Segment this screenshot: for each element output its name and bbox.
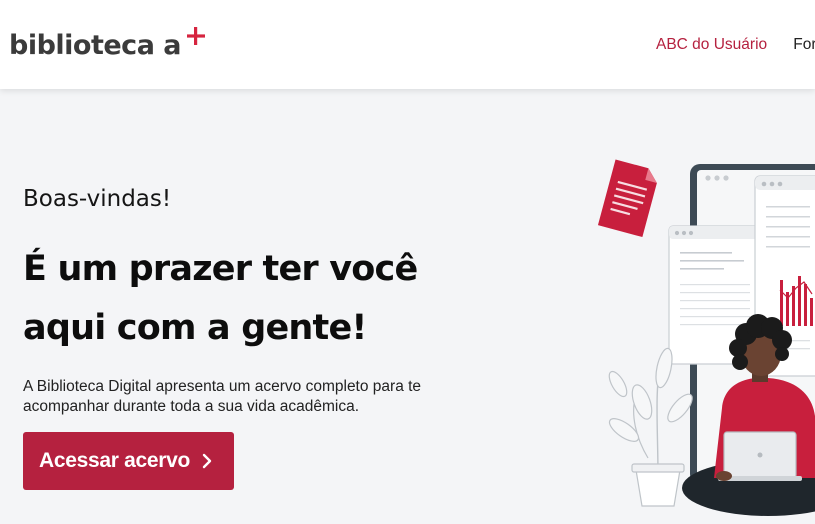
access-collection-label: Acessar acervo (39, 449, 191, 472)
plant-icon (608, 347, 693, 507)
hero-headline-line-1: É um prazer ter você (23, 249, 418, 289)
hero-description: A Biblioteca Digital apresenta um acervo… (23, 378, 422, 415)
document-icon (597, 159, 657, 238)
nav-item-next[interactable]: For (793, 36, 815, 54)
logo-text: biblioteca a (9, 30, 182, 61)
hero-headline: É um prazer ter você aqui com a gente! (23, 240, 418, 358)
greeting-text: Boas-vindas! (23, 186, 172, 212)
plus-icon (187, 27, 205, 45)
chevron-right-icon (202, 453, 212, 469)
logo[interactable]: biblioteca a (9, 26, 205, 66)
nav-item-abc-do-usuario[interactable]: ABC do Usuário (656, 36, 767, 54)
main-nav: ABC do Usuário For (656, 34, 815, 54)
hero-illustration (597, 159, 815, 516)
access-collection-button[interactable]: Acessar acervo (23, 432, 234, 490)
hero-headline-line-2: aqui com a gente! (23, 308, 367, 348)
site-header: biblioteca a ABC do Usuário For (0, 0, 815, 89)
